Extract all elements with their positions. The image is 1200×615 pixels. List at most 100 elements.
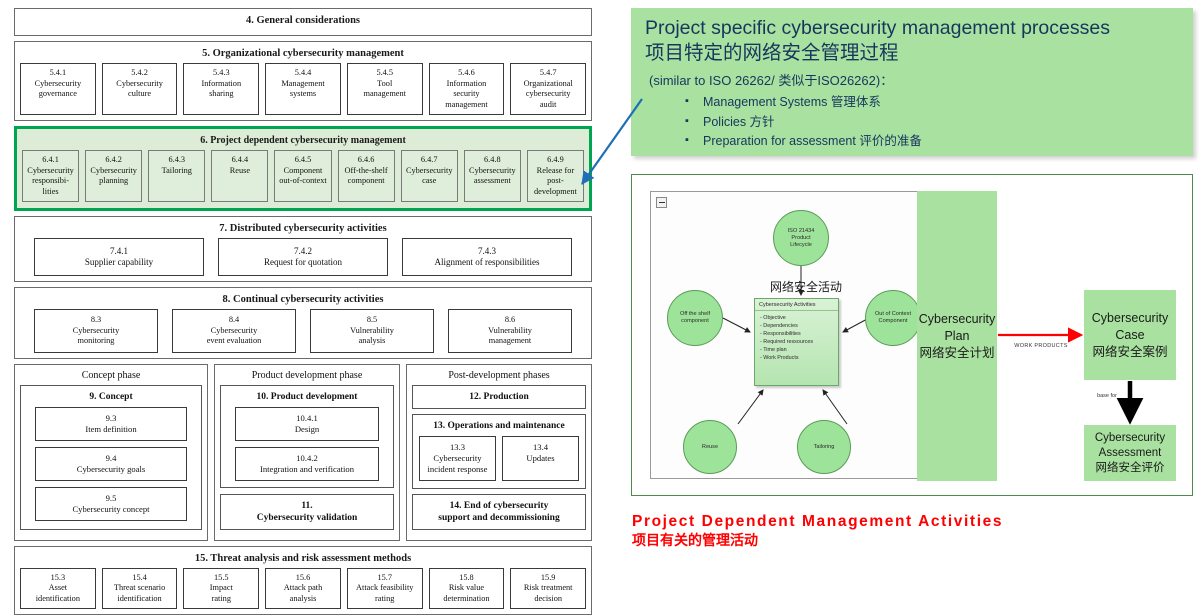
activities-subframe: ISO 21434ProductLifecycle Off the shelfc… — [650, 191, 928, 479]
clause-number: 9.4 — [106, 453, 117, 463]
clause-label: Organizationalcybersecurityaudit — [524, 79, 573, 111]
clause-cell: 6.4.8 Cybersecurityassessment — [464, 150, 521, 202]
clause-cell: 15.5 Impactrating — [183, 568, 259, 610]
clause-number: 6.4.4 — [232, 155, 249, 166]
clause-cell: 15.4 Threat scenarioidentification — [102, 568, 178, 610]
reuse-label: Reuse — [702, 444, 718, 451]
clause-cell: 15.8 Risk valuedetermination — [429, 568, 505, 610]
clause-cell: 15.3 Assetidentification — [20, 568, 96, 610]
clause-cell: 15.7 Attack feasibilityrating — [347, 568, 423, 610]
clause-cell: 8.3 Cybersecuritymonitoring — [34, 309, 158, 353]
clause-label: Risk valuedetermination — [443, 583, 489, 604]
activities-item: Required ressources — [760, 338, 838, 346]
clause-label: Attack pathanalysis — [284, 583, 322, 604]
section-4-general-considerations: 4. General considerations — [14, 8, 592, 36]
concept-phase-head: Concept phase — [20, 368, 202, 385]
clause-number: 9.5 — [106, 493, 117, 503]
clause-number: 15.9 — [541, 573, 556, 584]
clause-number: 6.4.5 — [295, 155, 312, 166]
clause-cell: 5.4.5 Toolmanagement — [347, 63, 423, 115]
clause-number: 15.4 — [132, 573, 147, 584]
clause-label: Design — [295, 424, 319, 434]
clause-cell: 7.4.3 Alignment of responsibilities — [402, 238, 572, 276]
clause-number: 15.7 — [377, 573, 392, 584]
clause-10-product-development-box: 10. Product development 10.4.1 Design 10… — [220, 385, 394, 488]
activities-item: Time plan — [760, 346, 838, 354]
activities-item-list: Objective Dependencies Responsibilities … — [755, 311, 838, 362]
clause-number: 6.4.7 — [421, 155, 438, 166]
clause-cell: 10.4.2 Integration and verification — [235, 447, 379, 481]
section-5-cells: 5.4.1 Cybersecuritygovernance 5.4.2 Cybe… — [20, 63, 586, 115]
clause-cell: 5.4.4 Managementsystems — [265, 63, 341, 115]
callout-bullet-item: Preparation for assessment 评价的准备 — [701, 132, 1179, 152]
clause-number: 6.4.6 — [358, 155, 375, 166]
clause-cell: 8.6 Vulnerabilitymanagement — [448, 309, 572, 353]
work-products-label: WORK PRODUCTS — [1004, 343, 1078, 349]
out-of-context-circle: Out of ContextComponent — [865, 290, 921, 346]
callout-title-cn: 项目特定的网络安全管理过程 — [645, 41, 1179, 66]
clause-label: Cybersecurityresponsibi-lities — [27, 166, 74, 198]
section-6-title: 6. Project dependent cybersecurity manag… — [22, 132, 584, 150]
clause-label: Cybersecurityincident response — [428, 453, 488, 474]
clause-cell: 9.3 Item definition — [35, 407, 187, 441]
clause-number: 8.4 — [229, 315, 239, 326]
concept-phase-column: Concept phase 9. Concept 9.3 Item defini… — [14, 364, 208, 541]
cybersecurity-case-block: CybersecurityCase 网络安全案例 — [1084, 290, 1176, 380]
clause-label: Risk treatmentdecision — [524, 583, 573, 604]
clause-label: Tailoring — [162, 166, 192, 177]
clause-number: 8.6 — [505, 315, 515, 326]
clause-number: 8.3 — [91, 315, 101, 326]
product-development-phase-column: Product development phase 10. Product de… — [214, 364, 400, 541]
clause-label: Cybersecurityassessment — [469, 166, 516, 187]
clause-number: 6.4.2 — [105, 155, 122, 166]
clause-cell: 5.4.3 Informationsharing — [183, 63, 259, 115]
clause-number: 5.4.5 — [376, 68, 393, 79]
section-6-project-dependent-cybersecurity-management: 6. Project dependent cybersecurity manag… — [14, 126, 592, 211]
clause-label: Attack feasibilityrating — [356, 583, 413, 604]
activities-item: Objective — [760, 314, 838, 322]
section-7-title: 7. Distributed cybersecurity activities — [20, 220, 586, 238]
clause-cell: 7.4.2 Request for quotation — [218, 238, 388, 276]
section-5-organizational-cybersecurity-management: 5. Organizational cybersecurity manageme… — [14, 41, 592, 121]
clause-number: 15.8 — [459, 573, 474, 584]
clause-number: 13.3 — [450, 442, 465, 452]
clause-label: Assetidentification — [36, 583, 80, 604]
section-15-cells: 15.3 Assetidentification 15.4 Threat sce… — [20, 568, 586, 610]
product-development-phase-head: Product development phase — [220, 368, 394, 385]
clause-cell: 13.3 Cybersecurityincident response — [419, 436, 496, 481]
clause-label: Componentout-of-context — [279, 166, 326, 187]
clause-cell: 8.5 Vulnerabilityanalysis — [310, 309, 434, 353]
clause-9-concept-box: 9. Concept 9.3 Item definition 9.4 Cyber… — [20, 385, 202, 530]
clause-cell: 6.4.4 Reuse — [211, 150, 268, 202]
clause-label: Toolmanagement — [364, 79, 406, 100]
clause-number: 7.4.3 — [478, 246, 496, 257]
activities-item: Work Products — [760, 354, 838, 362]
callout-bullet-list: Management Systems 管理体系 Policies 方针 Prep… — [645, 93, 1179, 152]
clause-label: Reuse — [230, 166, 250, 177]
cybersecurity-activities-box: Cybersecurity Activities Objective Depen… — [754, 298, 839, 386]
clause-label: Cybersecurity goals — [77, 464, 146, 474]
callout-subtitle: (similar to ISO 26262/ 类似于ISO26262)： — [645, 66, 1179, 93]
clause-number: 10.4.2 — [296, 453, 317, 463]
cybersecurity-plan-block: CybersecurityPlan 网络安全计划 — [917, 191, 997, 481]
clause-number: 6.4.8 — [484, 155, 501, 166]
tailoring-label: Tailoring — [814, 444, 835, 451]
activities-item: Responsibilities — [760, 330, 838, 338]
clause-number: 10.4.1 — [296, 413, 317, 423]
clause-label: Cybersecuritymonitoring — [73, 326, 120, 347]
clause-cell: 5.4.1 Cybersecuritygovernance — [20, 63, 96, 115]
clause-number: 15.6 — [296, 573, 311, 584]
callout-bullet-item: Management Systems 管理体系 — [701, 93, 1179, 113]
clause-12-production-box: 12. Production — [412, 385, 586, 409]
clause-label: Cybersecurity concept — [72, 504, 149, 514]
clause-label: Cybersecurityevent evaluation — [207, 326, 262, 347]
clause-cell: 9.5 Cybersecurity concept — [35, 487, 187, 521]
clause-label: Informationsecuritymanagement — [445, 79, 487, 111]
clause-number: 15.3 — [51, 573, 66, 584]
section-7-cells: 7.4.1 Supplier capability 7.4.2 Request … — [20, 238, 586, 276]
off-the-shelf-circle: Off the shelfcomponent — [667, 290, 723, 346]
clause-label: Cybersecuritygovernance — [35, 79, 82, 100]
clause-13-operations-maintenance-box: 13. Operations and maintenance 13.3 Cybe… — [412, 414, 586, 489]
section-8-cells: 8.3 Cybersecuritymonitoring 8.4 Cybersec… — [20, 309, 586, 353]
section-8-title: 8. Continual cybersecurity activities — [20, 291, 586, 309]
